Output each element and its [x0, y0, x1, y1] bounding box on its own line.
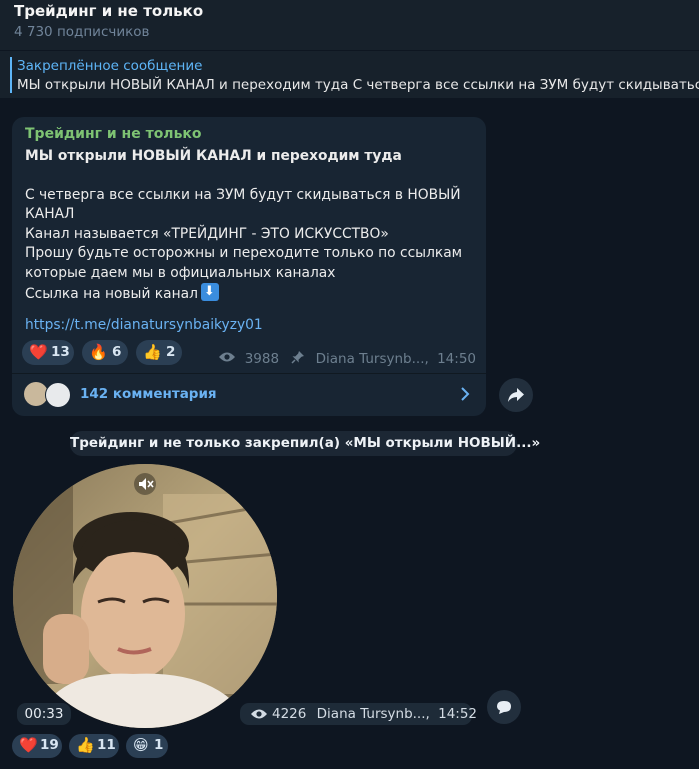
forward-button[interactable]	[499, 378, 533, 412]
reaction-count: 1	[154, 737, 164, 753]
view-count: 3988	[244, 351, 280, 367]
post-time: 14:50	[437, 351, 476, 367]
message-body: МЫ открыли НОВЫЙ КАНАЛ и переходим туда …	[25, 147, 475, 305]
reaction-count: 13	[51, 344, 70, 360]
post-time: 14:52	[438, 706, 478, 722]
heart-icon: ❤️	[29, 343, 48, 361]
reaction-count: 19	[40, 737, 59, 753]
reaction-fire[interactable]: 🔥 6	[82, 340, 128, 365]
message-bubble[interactable]: Трейдинг и не только МЫ открыли НОВЫЙ КА…	[12, 117, 486, 416]
message-line: Канал называется «ТРЕЙДИНГ - ЭТО ИСКУССТ…	[25, 225, 389, 242]
message-author[interactable]: Трейдинг и не только	[25, 126, 202, 142]
thumbs-up-icon: 👍	[76, 736, 95, 754]
thumbs-up-icon: 👍	[143, 343, 162, 361]
heart-icon: ❤️	[19, 736, 38, 754]
post-signature: Diana Tursynb...,	[315, 351, 429, 367]
video-frame-image	[13, 464, 277, 728]
eye-icon	[251, 709, 267, 719]
channel-title: Трейдинг и не только	[14, 2, 204, 20]
video-message[interactable]	[13, 464, 277, 728]
pinned-label: Закреплённое сообщение	[17, 58, 203, 74]
post-signature: Diana Tursynb...,	[316, 706, 430, 722]
pinned-accent-line	[10, 57, 12, 93]
message-title: МЫ открыли НОВЫЙ КАНАЛ и переходим туда	[25, 148, 402, 164]
comments-label: 142 комментария	[80, 386, 217, 402]
comments-button[interactable]: 142 комментария	[12, 374, 486, 416]
message-line: С четверга все ссылки на ЗУМ будут скиды…	[25, 186, 461, 223]
pinned-text: МЫ открыли НОВЫЙ КАНАЛ и переходим туда …	[17, 77, 699, 93]
mute-button[interactable]	[134, 473, 156, 495]
message-line-link-intro: Ссылка на новый канал	[25, 282, 475, 305]
reaction-count: 2	[166, 344, 176, 360]
pin-icon	[283, 350, 311, 368]
message-line: Прошу будьте осторожны и переходите толь…	[25, 245, 463, 281]
chat-header[interactable]: Трейдинг и не только 4 730 подписчиков	[0, 0, 699, 50]
service-message: Трейдинг и не только закрепил(а) «МЫ отк…	[70, 431, 540, 456]
reaction-count: 11	[97, 737, 116, 753]
subscriber-count: 4 730 подписчиков	[14, 24, 150, 40]
reaction-thumbs-up[interactable]: 👍 2	[136, 340, 182, 365]
message-line: Ссылка на новый канал	[25, 286, 198, 302]
channel-link[interactable]: https://t.me/dianatursynbaikyzy01	[25, 317, 263, 333]
video-duration: 00:33	[17, 703, 71, 725]
reaction-count: 6	[112, 344, 122, 360]
down-arrow-emoji-icon	[200, 282, 219, 302]
reaction-thumbs-up[interactable]: 👍 11	[69, 734, 119, 758]
view-count: 4226	[272, 706, 307, 722]
muted-speaker-icon	[139, 478, 154, 490]
reaction-heart[interactable]: ❤️ 13	[22, 340, 74, 365]
comment-button[interactable]	[487, 690, 521, 724]
reaction-heart[interactable]: ❤️ 19	[12, 734, 62, 758]
reaction-grin[interactable]: 😁 1	[126, 734, 168, 758]
pinned-message-bar[interactable]: Закреплённое сообщение МЫ открыли НОВЫЙ …	[0, 51, 699, 98]
grin-icon: 😁	[133, 736, 149, 754]
fire-icon: 🔥	[89, 343, 108, 361]
chevron-right-icon	[461, 387, 470, 401]
comment-bubble-icon	[497, 701, 511, 714]
eye-icon	[218, 351, 240, 367]
avatar	[45, 382, 71, 408]
share-arrow-icon	[508, 388, 524, 402]
message-meta: 3988 Diana Tursynb..., 14:50	[218, 350, 476, 368]
video-meta: 4226 Diana Tursynb..., 14:52	[240, 703, 477, 725]
video-meta-text: 4226 Diana Tursynb..., 14:52	[272, 703, 477, 725]
